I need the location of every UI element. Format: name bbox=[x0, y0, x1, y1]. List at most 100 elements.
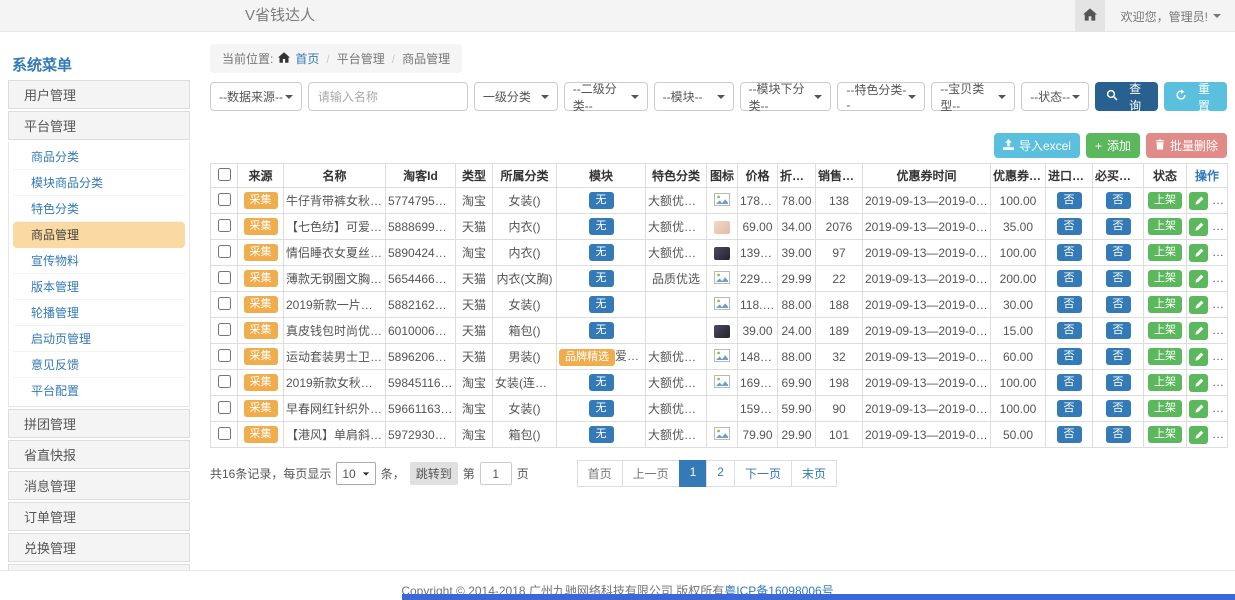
filter-select[interactable]: 一级分类 bbox=[474, 82, 558, 111]
page-button[interactable]: 首页 bbox=[577, 460, 623, 487]
must-buy-toggle[interactable]: 否 bbox=[1106, 400, 1131, 416]
edit-button[interactable] bbox=[1189, 322, 1208, 340]
sidebar-subitem[interactable]: 启动页管理 bbox=[13, 326, 185, 352]
sidebar-subitem[interactable]: 平台配置 bbox=[13, 378, 185, 404]
sidebar-subitem[interactable]: 商品分类 bbox=[13, 144, 185, 170]
status-on-shelf-badge[interactable]: 上架 bbox=[1148, 218, 1182, 234]
page-button[interactable]: 1 bbox=[679, 460, 708, 487]
sidebar-group[interactable]: 订单管理 bbox=[8, 502, 190, 531]
row-checkbox-cell bbox=[211, 240, 238, 266]
name-search-input[interactable] bbox=[308, 82, 468, 111]
must-buy-toggle[interactable]: 否 bbox=[1106, 322, 1131, 338]
edit-button[interactable] bbox=[1189, 218, 1208, 236]
page-number-input[interactable] bbox=[480, 462, 512, 485]
must-buy-toggle[interactable]: 否 bbox=[1106, 296, 1131, 312]
status-on-shelf-badge[interactable]: 上架 bbox=[1148, 322, 1182, 338]
import-select-toggle[interactable]: 否 bbox=[1057, 322, 1082, 338]
edit-button[interactable] bbox=[1189, 374, 1208, 392]
row-checkbox[interactable] bbox=[218, 219, 231, 232]
sidebar-subitem[interactable]: 轮播管理 bbox=[13, 300, 185, 326]
sidebar-subitem[interactable]: 特色分类 bbox=[13, 196, 185, 222]
row-checkbox[interactable] bbox=[218, 349, 231, 362]
row-checkbox[interactable] bbox=[218, 323, 231, 336]
filter-select[interactable]: --模块-- bbox=[654, 82, 734, 111]
breadcrumb-home-link[interactable]: 首页 bbox=[295, 50, 319, 67]
row-checkbox[interactable] bbox=[218, 401, 231, 414]
edit-button[interactable] bbox=[1189, 348, 1208, 366]
sidebar-subitem[interactable]: 意见反馈 bbox=[13, 352, 185, 378]
import-select-toggle[interactable]: 否 bbox=[1057, 218, 1082, 234]
filter-select[interactable]: --数据来源-- bbox=[210, 82, 302, 111]
coupon-time-cell: 2019-09-13—2019-09-17 bbox=[863, 396, 991, 422]
sidebar-group[interactable]: 平台管理 bbox=[8, 111, 190, 140]
sidebar-group[interactable]: 省直快报 bbox=[8, 440, 190, 469]
status-on-shelf-badge[interactable]: 上架 bbox=[1148, 348, 1182, 364]
query-button[interactable]: 查询 bbox=[1095, 82, 1158, 111]
import-select-toggle[interactable]: 否 bbox=[1057, 244, 1082, 260]
must-buy-toggle[interactable]: 否 bbox=[1106, 218, 1131, 234]
edit-button[interactable] bbox=[1189, 426, 1208, 444]
import-select-toggle[interactable]: 否 bbox=[1057, 296, 1082, 312]
chevron-down-icon bbox=[908, 95, 916, 99]
sidebar-group[interactable]: 用户管理 bbox=[8, 80, 190, 109]
sidebar-subitem[interactable]: 宣传物料 bbox=[13, 248, 185, 274]
sidebar-subitem[interactable]: 商品管理 bbox=[13, 222, 185, 248]
status-on-shelf-badge[interactable]: 上架 bbox=[1148, 192, 1182, 208]
page-button[interactable]: 下一页 bbox=[734, 460, 792, 487]
row-checkbox[interactable] bbox=[218, 427, 231, 440]
select-all-checkbox[interactable] bbox=[218, 168, 231, 181]
import-select-toggle[interactable]: 否 bbox=[1057, 270, 1082, 286]
table-row: 采集牛仔背带裤女秋装减龄...577479560965淘宝女装()无大额优惠券1… bbox=[211, 188, 1228, 214]
sidebar-group[interactable]: 消息管理 bbox=[8, 471, 190, 500]
sidebar-subitem[interactable]: 版本管理 bbox=[13, 274, 185, 300]
import-select-toggle[interactable]: 否 bbox=[1057, 192, 1082, 208]
status-on-shelf-badge[interactable]: 上架 bbox=[1148, 426, 1182, 442]
must-buy-toggle[interactable]: 否 bbox=[1106, 374, 1131, 390]
row-checkbox[interactable] bbox=[218, 297, 231, 310]
sidebar-subitem[interactable]: 模块商品分类 bbox=[13, 170, 185, 196]
page-button[interactable]: 2 bbox=[706, 460, 735, 487]
must-buy-toggle[interactable]: 否 bbox=[1106, 270, 1131, 286]
jump-button[interactable]: 跳转到 bbox=[410, 462, 458, 485]
status-on-shelf-badge[interactable]: 上架 bbox=[1148, 244, 1182, 260]
reset-button[interactable]: 重置 bbox=[1164, 82, 1227, 111]
add-button[interactable]: + 添加 bbox=[1086, 133, 1140, 158]
must-buy-toggle[interactable]: 否 bbox=[1106, 244, 1131, 260]
edit-button[interactable] bbox=[1189, 244, 1208, 262]
status-on-shelf-badge[interactable]: 上架 bbox=[1148, 374, 1182, 390]
user-menu[interactable]: 欢迎您，管理员! bbox=[1105, 8, 1235, 25]
import-select-toggle[interactable]: 否 bbox=[1057, 400, 1082, 416]
row-checkbox[interactable] bbox=[218, 245, 231, 258]
sidebar-group[interactable]: 拼团管理 bbox=[8, 409, 190, 438]
filter-select[interactable]: --状态-- bbox=[1021, 82, 1089, 111]
import-select-toggle[interactable]: 否 bbox=[1057, 348, 1082, 364]
status-on-shelf-badge[interactable]: 上架 bbox=[1148, 270, 1182, 286]
filter-select[interactable]: --二级分类-- bbox=[564, 82, 648, 111]
pagination-buttons: 首页上一页12下一页末页 bbox=[578, 460, 837, 487]
page-button[interactable]: 末页 bbox=[791, 460, 837, 487]
must-buy-toggle[interactable]: 否 bbox=[1106, 192, 1131, 208]
must-buy-toggle[interactable]: 否 bbox=[1106, 426, 1131, 442]
row-checkbox[interactable] bbox=[218, 375, 231, 388]
edit-button[interactable] bbox=[1189, 192, 1208, 210]
row-checkbox[interactable] bbox=[218, 271, 231, 284]
import-select-toggle[interactable]: 否 bbox=[1057, 426, 1082, 442]
must-buy-toggle[interactable]: 否 bbox=[1106, 348, 1131, 364]
filter-select[interactable]: --模块下分类-- bbox=[740, 82, 832, 111]
per-page-select[interactable]: 10 bbox=[336, 462, 375, 485]
edit-button[interactable] bbox=[1189, 296, 1208, 314]
edit-button[interactable] bbox=[1189, 270, 1208, 288]
source-badge: 采集 bbox=[244, 374, 278, 390]
filter-select[interactable]: --宝贝类型-- bbox=[931, 82, 1015, 111]
home-button[interactable] bbox=[1075, 0, 1105, 32]
status-on-shelf-badge[interactable]: 上架 bbox=[1148, 296, 1182, 312]
sidebar-group[interactable]: 兑换管理 bbox=[8, 533, 190, 562]
import-select-toggle[interactable]: 否 bbox=[1057, 374, 1082, 390]
status-on-shelf-badge[interactable]: 上架 bbox=[1148, 400, 1182, 416]
filter-select[interactable]: --特色分类-- bbox=[837, 82, 925, 111]
page-button[interactable]: 上一页 bbox=[622, 460, 680, 487]
edit-button[interactable] bbox=[1189, 400, 1208, 418]
import-excel-button[interactable]: 导入excel bbox=[994, 133, 1080, 158]
batch-delete-button[interactable]: 批量删除 bbox=[1146, 133, 1227, 158]
row-checkbox[interactable] bbox=[218, 193, 231, 206]
